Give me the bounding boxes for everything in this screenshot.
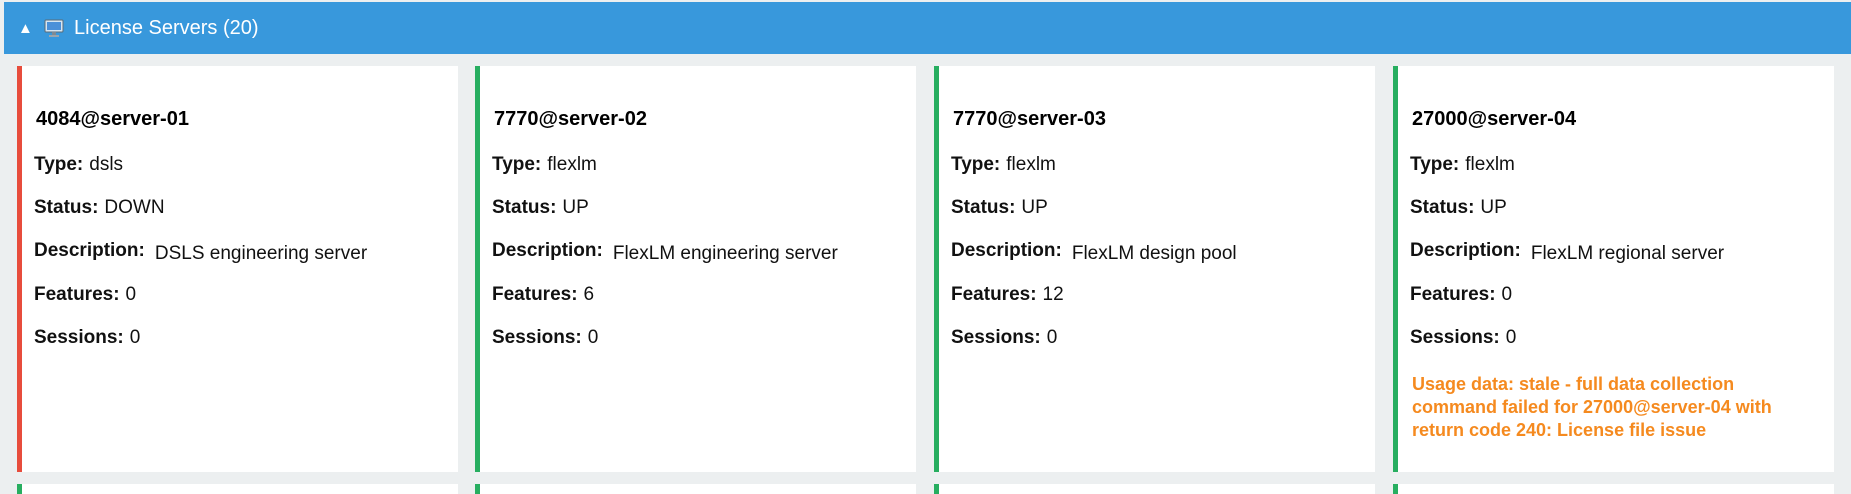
features-field: Features: 6	[492, 284, 594, 306]
status-field: Status: DOWN	[34, 197, 165, 219]
description-field: Description: DSLS engineering server	[34, 240, 368, 264]
server-card[interactable]: 4084@server-01 Type: dsls Status: DOWN Des…	[17, 66, 458, 472]
type-value: flexlm	[1465, 154, 1515, 175]
status-value: UP	[562, 197, 589, 218]
description-label: Description:	[492, 240, 603, 261]
collapse-toggle-icon[interactable]: ▲	[18, 21, 33, 36]
status-value: UP	[1480, 197, 1507, 218]
status-field: Status: UP	[1410, 197, 1507, 219]
type-value: flexlm	[1006, 154, 1056, 175]
features-value: 0	[125, 284, 137, 305]
sessions-field: Sessions: 0	[492, 327, 598, 349]
sessions-field: Sessions: 0	[34, 327, 140, 349]
computer-monitor-icon	[44, 18, 64, 38]
server-name: 7770@server-03	[953, 108, 1106, 130]
status-label: Status:	[1410, 197, 1475, 218]
description-label: Description:	[951, 240, 1062, 261]
description-value: FlexLM design pool	[1071, 243, 1237, 264]
sessions-label: Sessions:	[1410, 327, 1500, 348]
sessions-value: 0	[1046, 327, 1058, 348]
description-value: DSLS engineering server	[154, 243, 368, 264]
type-label: Type:	[951, 154, 1001, 175]
status-label: Status:	[951, 197, 1016, 218]
server-card[interactable]: 7770@server-02 Type: flexlm Status: UP Des…	[475, 66, 916, 472]
sessions-label: Sessions:	[951, 327, 1041, 348]
features-label: Features:	[1410, 284, 1496, 305]
section-title: License Servers (20)	[74, 16, 259, 39]
type-field: Type: flexlm	[951, 154, 1056, 176]
features-value: 12	[1042, 284, 1064, 305]
type-value: flexlm	[547, 154, 597, 175]
description-label: Description:	[1410, 240, 1521, 261]
description-value: FlexLM engineering server	[612, 243, 838, 264]
type-field: Type: flexlm	[1410, 154, 1515, 176]
description-label: Description:	[34, 240, 145, 261]
features-label: Features:	[951, 284, 1037, 305]
status-label: Status:	[492, 197, 557, 218]
sessions-label: Sessions:	[34, 327, 124, 348]
status-field: Status: UP	[492, 197, 589, 219]
sessions-label: Sessions:	[492, 327, 582, 348]
status-field: Status: UP	[951, 197, 1048, 219]
sessions-field: Sessions: 0	[1410, 327, 1516, 349]
features-value: 6	[583, 284, 595, 305]
type-label: Type:	[492, 154, 542, 175]
status-label: Status:	[34, 197, 99, 218]
sessions-value: 0	[1505, 327, 1517, 348]
type-value: dsls	[89, 154, 124, 175]
server-card-grid: 4084@server-01 Type: dsls Status: DOWN Des…	[17, 66, 1843, 494]
next-row-card-stub	[934, 484, 1375, 494]
features-value: 0	[1501, 284, 1513, 305]
features-field: Features: 0	[1410, 284, 1512, 306]
license-servers-section-header[interactable]: ▲ License Servers (20)	[4, 2, 1851, 54]
features-field: Features: 12	[951, 284, 1064, 306]
type-label: Type:	[34, 154, 84, 175]
sessions-value: 0	[587, 327, 599, 348]
description-field: Description: FlexLM design pool	[951, 240, 1237, 264]
type-label: Type:	[1410, 154, 1460, 175]
stale-data-warning: Usage data: stale - full data collection…	[1412, 374, 1772, 440]
server-name: 7770@server-02	[494, 108, 647, 130]
sessions-value: 0	[129, 327, 141, 348]
sessions-field: Sessions: 0	[951, 327, 1057, 349]
status-value: DOWN	[104, 197, 165, 218]
next-row-card-stub	[1393, 484, 1834, 494]
features-field: Features: 0	[34, 284, 136, 306]
next-row-card-stub	[17, 484, 458, 494]
features-label: Features:	[34, 284, 120, 305]
description-field: Description: FlexLM engineering server	[492, 240, 838, 264]
status-value: UP	[1021, 197, 1048, 218]
features-label: Features:	[492, 284, 578, 305]
description-value: FlexLM regional server	[1530, 243, 1725, 264]
type-field: Type: dsls	[34, 154, 123, 176]
server-card[interactable]: 27000@server-04 Type: flexlm Status: UP De…	[1393, 66, 1834, 472]
server-card[interactable]: 7770@server-03 Type: flexlm Status: UP Des…	[934, 66, 1375, 472]
description-field: Description: FlexLM regional server	[1410, 240, 1725, 264]
type-field: Type: flexlm	[492, 154, 597, 176]
next-row-card-stub	[475, 484, 916, 494]
server-name: 27000@server-04	[1412, 108, 1577, 130]
server-name: 4084@server-01	[36, 108, 189, 130]
